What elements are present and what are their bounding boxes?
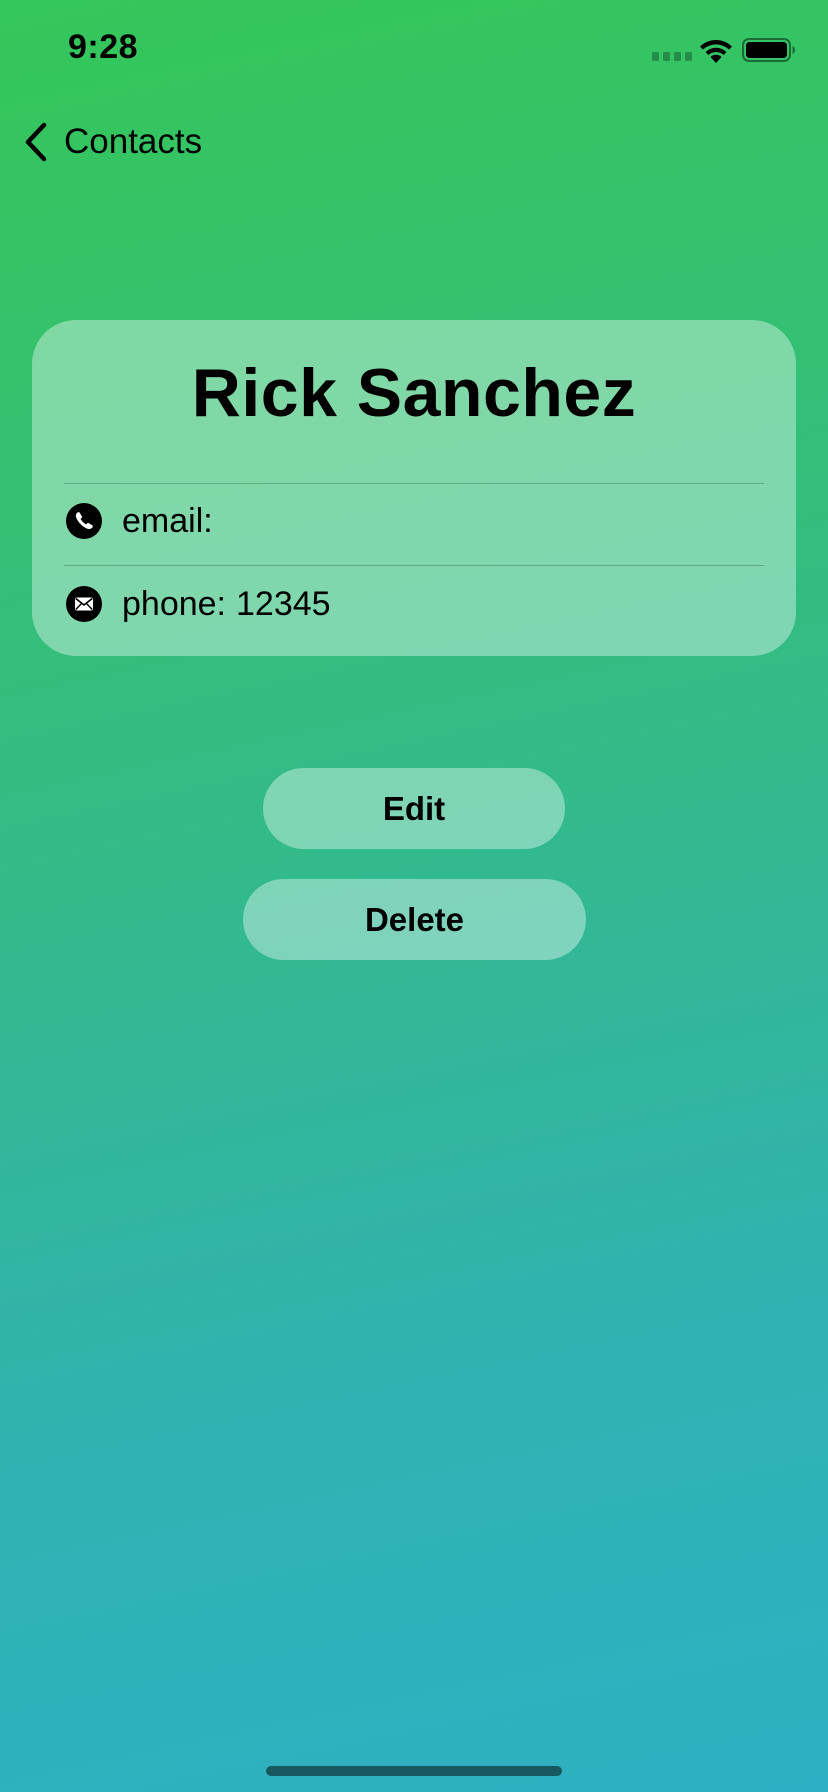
status-time: 9:28: [68, 28, 139, 66]
email-field-text: email:: [122, 502, 223, 541]
delete-button[interactable]: Delete: [243, 879, 586, 960]
wifi-icon: [700, 40, 732, 63]
back-button-label: Contacts: [64, 122, 203, 161]
phone-icon: [66, 503, 102, 539]
chevron-left-icon: [25, 122, 47, 162]
contact-card: Rick Sanchez email: phone: 12345: [32, 320, 796, 656]
contact-row-phone: phone: 12345: [64, 569, 764, 639]
battery-icon: [742, 38, 795, 62]
back-button[interactable]: Contacts: [22, 116, 202, 168]
contact-name: Rick Sanchez: [191, 355, 637, 431]
contact-row-email: email:: [64, 486, 764, 556]
phone-value: 12345: [236, 584, 331, 623]
cellular-signal-icon: [652, 52, 692, 61]
status-bar: 9:28: [0, 0, 828, 100]
home-indicator[interactable]: [266, 1766, 562, 1776]
email-label: email:: [122, 501, 213, 540]
phone-field-text: phone: 12345: [122, 585, 331, 624]
divider: [64, 565, 764, 566]
envelope-icon: [66, 586, 102, 622]
phone-label: phone:: [122, 584, 226, 623]
edit-button[interactable]: Edit: [263, 768, 565, 849]
divider: [64, 483, 764, 484]
